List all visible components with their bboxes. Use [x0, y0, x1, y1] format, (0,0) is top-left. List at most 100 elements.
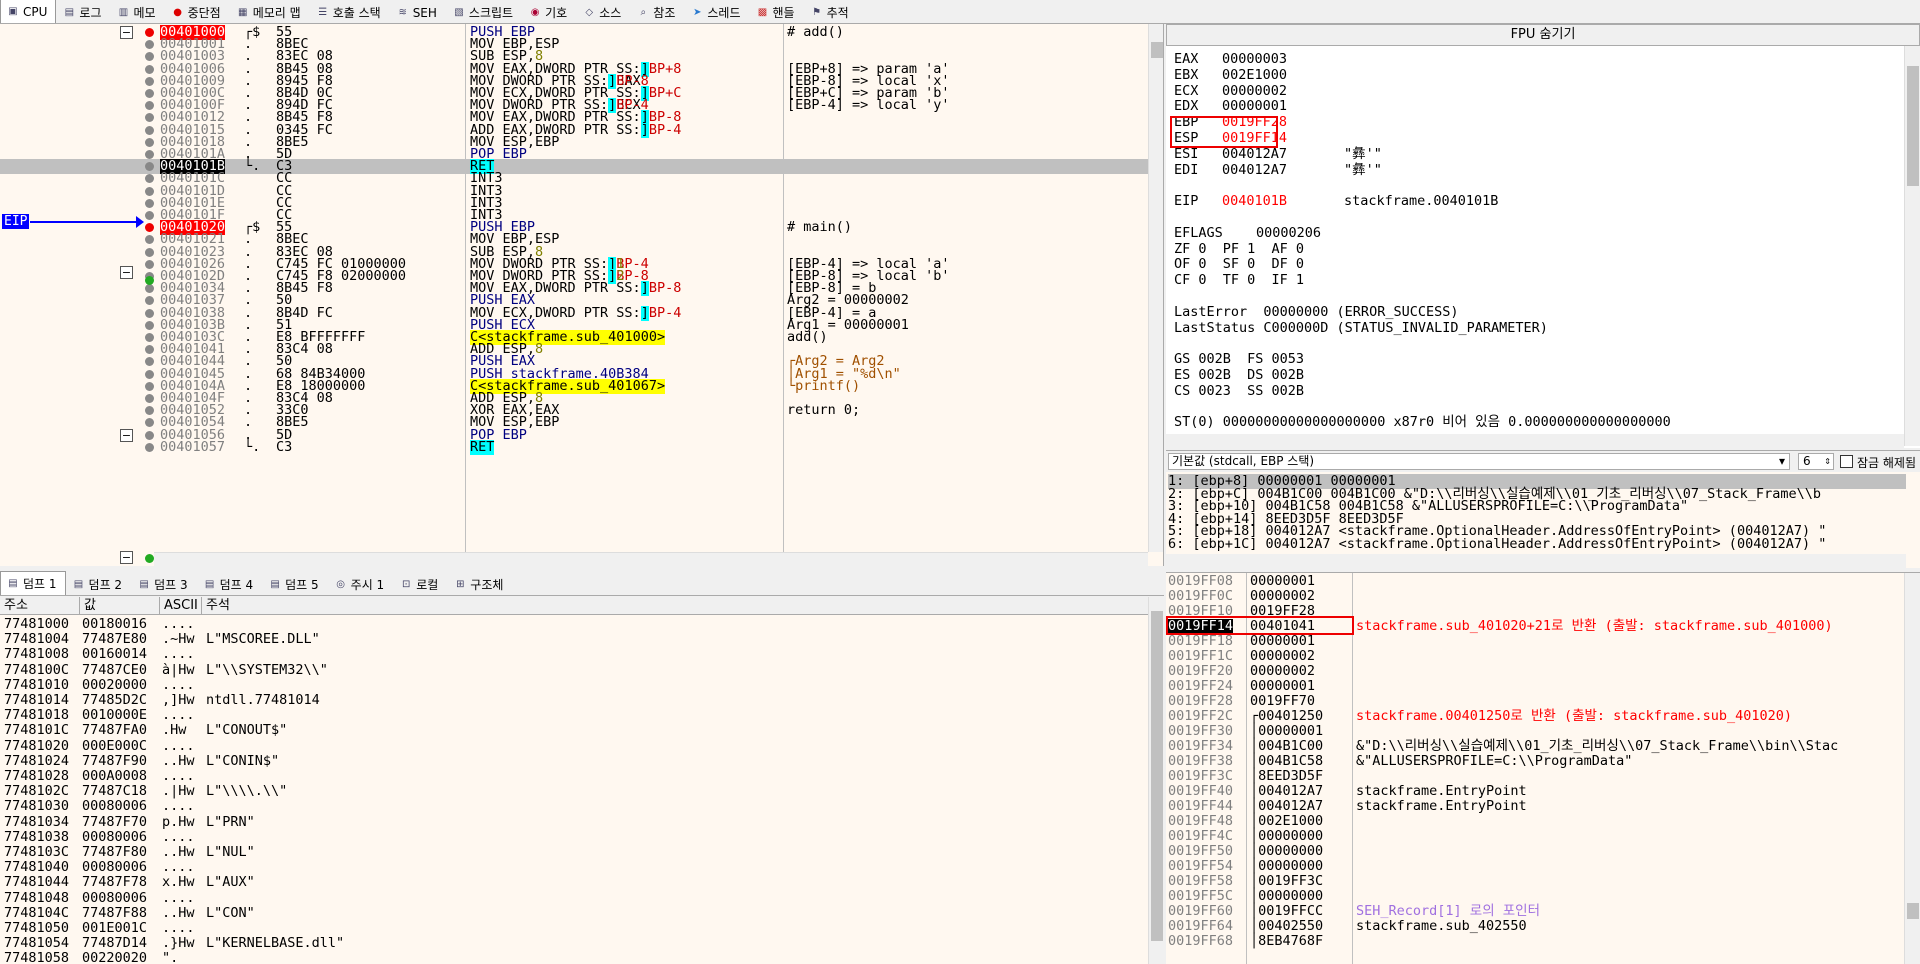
- stack-scrollbar[interactable]: [1904, 573, 1920, 964]
- breakpoint-dot[interactable]: [145, 276, 154, 285]
- dump-row[interactable]: 77481058 00220020 ".: [0, 951, 1148, 964]
- tab-threads[interactable]: ➤ 스레드: [684, 2, 749, 23]
- dump-row[interactable]: 7748103C 77487F80 ..Hw L"NUL": [0, 845, 1148, 860]
- tab-dump-2[interactable]: ▤ 덤프 3: [131, 574, 197, 595]
- breakpoint-dot[interactable]: [145, 308, 154, 318]
- tab-dump-5[interactable]: ◎ 주시 1: [328, 574, 394, 595]
- tab-trace[interactable]: ⚑ 추적: [804, 2, 858, 23]
- stack-row[interactable]: 0019FF20 00000002: [1166, 664, 1906, 679]
- disassembly-hscrollbar[interactable]: [154, 552, 1148, 566]
- breakpoint-dot[interactable]: [145, 64, 154, 74]
- register-eax[interactable]: EAX 00000003: [1174, 52, 1287, 67]
- stack-row[interactable]: 0019FF48 │002E1000: [1166, 814, 1906, 829]
- tab-dump-7[interactable]: ⊞ 구조체: [447, 574, 512, 595]
- dump-row[interactable]: 7748100C 77487CE0 à|Hw L"\\SYSTEM32\\": [0, 662, 1148, 678]
- breakpoint-dot[interactable]: [145, 394, 154, 403]
- breakpoint-dot[interactable]: [145, 259, 154, 269]
- stack-row[interactable]: 0019FF58 │0019FF3C: [1166, 874, 1906, 889]
- tab-dump-0[interactable]: ▤ 덤프 1: [0, 571, 66, 595]
- tab-source[interactable]: ◇ 소스: [576, 2, 630, 23]
- stack-pane[interactable]: 0019FF08 00000001 0019FF0C 00000002 0019FF10…: [1166, 572, 1920, 964]
- stack-row[interactable]: 0019FF30 │00000001: [1166, 724, 1906, 739]
- register-edi[interactable]: EDI 004012A7 "彝'": [1174, 162, 1382, 178]
- calling-convention-select[interactable]: 기본값 (stdcall, EBP 스택) ▾: [1168, 453, 1790, 470]
- breakpoint-dot[interactable]: [145, 442, 154, 452]
- disassembly-pane[interactable]: 00401000 ┌$ 55 PUSH EBP # add() 00401001. 8BEC…: [0, 24, 1164, 566]
- dump-row[interactable]: 77481018 0010000E....: [0, 708, 1148, 723]
- flags-row[interactable]: OF 0 SF 0 DF 0: [1174, 257, 1304, 272]
- flags-row[interactable]: ZF 0 PF 1 AF 0: [1174, 241, 1304, 257]
- breakpoint-dot[interactable]: [145, 150, 154, 159]
- stack-row[interactable]: 0019FF38 │004B1C58 &"ALLUSERSPROFILE=C:\\P…: [1166, 754, 1906, 769]
- last-error[interactable]: LastError 00000000 (ERROR_SUCCESS): [1174, 304, 1458, 320]
- fold-toggle[interactable]: −: [120, 429, 133, 442]
- last-status[interactable]: LastStatus C000000D (STATUS_INVALID_PARA…: [1174, 320, 1548, 336]
- stack-row[interactable]: 0019FF28 0019FF70: [1166, 694, 1906, 709]
- stack-row[interactable]: 0019FF5C │00000000: [1166, 889, 1906, 904]
- tab-handles[interactable]: ▩ 핸들: [750, 2, 804, 23]
- breakpoint-dot[interactable]: [145, 369, 154, 379]
- stack-row[interactable]: 0019FF1C 00000002: [1166, 649, 1906, 664]
- stack-row[interactable]: 0019FF24 00000001: [1166, 679, 1906, 694]
- breakpoint-dot[interactable]: [145, 247, 154, 257]
- register-ebx[interactable]: EBX 002E1000: [1174, 67, 1287, 83]
- dump-row[interactable]: 77481004 77487E80 .~Hw L"MSCOREE.DLL": [0, 632, 1148, 647]
- stack-row[interactable]: 0019FF18 00000001: [1166, 634, 1906, 649]
- stack-row[interactable]: 0019FF4C │00000000: [1166, 829, 1906, 844]
- breakpoint-dot[interactable]: [145, 381, 154, 391]
- breakpoint-dot[interactable]: [145, 333, 154, 342]
- dump-row[interactable]: 77481000 00180016....: [0, 617, 1148, 632]
- stack-row[interactable]: 0019FF40 │004012A7 stackframe.EntryPoint: [1166, 784, 1906, 799]
- dump-row[interactable]: 77481050 001E001C....: [0, 921, 1148, 936]
- register-ecx[interactable]: ECX 00000002: [1174, 83, 1287, 99]
- register-eip[interactable]: EIP 0040101B stackframe.0040101B: [1174, 194, 1498, 209]
- column-header-value[interactable]: 값: [80, 597, 160, 615]
- tab-seh[interactable]: ≋ SEH: [390, 2, 446, 23]
- stack-row[interactable]: 0019FF68 │8EB4768F: [1166, 934, 1906, 949]
- dump-row[interactable]: 77481020 000E000C....: [0, 738, 1148, 754]
- registers-pane[interactable]: FPU 숨기기 EAX 00000003 EBX 002E1000 ECX 0000000…: [1166, 24, 1920, 448]
- breakpoint-dot[interactable]: [145, 137, 154, 147]
- dump-row[interactable]: 7748101C 77487FA0 .Hw L"CONOUT$": [0, 723, 1148, 738]
- breakpoint-dot[interactable]: [145, 211, 154, 220]
- segment-row[interactable]: ES 002B DS 002B: [1174, 368, 1304, 383]
- dump-scrollbar[interactable]: [1148, 597, 1164, 964]
- stack-row[interactable]: 0019FF0C 00000002: [1166, 589, 1906, 604]
- dump-row[interactable]: 7748102C 77487C18 .|Hw L"\\\\.\\": [0, 784, 1148, 799]
- breakpoint-dot[interactable]: [145, 76, 154, 86]
- stack-row[interactable]: 0019FF3C │8EED3D5F: [1166, 769, 1906, 784]
- tab-log[interactable]: ▤ 로그: [56, 2, 110, 23]
- breakpoint-dot[interactable]: [145, 125, 154, 135]
- dump-row[interactable]: 7748104C 77487F88 ..Hw L"CON": [0, 905, 1148, 921]
- registers-scrollbar[interactable]: [1904, 46, 1920, 446]
- tab-call-stack[interactable]: ☰ 호출 스택: [310, 2, 390, 23]
- registers-hscrollbar[interactable]: [1166, 434, 1904, 448]
- hide-fpu-button[interactable]: FPU 숨기기: [1166, 24, 1920, 46]
- breakpoint-dot[interactable]: [145, 89, 154, 98]
- argument-row[interactable]: 6: [ebp+1C] 004012A7 <stackframe.Optiona…: [1168, 536, 1826, 552]
- disassembly-scrollbar[interactable]: [1148, 24, 1163, 552]
- column-header-address[interactable]: 주소: [0, 597, 80, 615]
- dump-row[interactable]: 77481024 77487F90 ..Hw L"CONIN$": [0, 753, 1148, 769]
- stack-row[interactable]: 0019FF44 │004012A7 stackframe.EntryPoint: [1166, 799, 1906, 814]
- dump-row[interactable]: 77481030 00080006....: [0, 799, 1148, 814]
- fold-toggle[interactable]: −: [120, 551, 133, 564]
- stack-row[interactable]: 0019FF54 │00000000: [1166, 859, 1906, 874]
- stack-row[interactable]: 0019FF64 │00402550 stackframe.sub_402550: [1166, 919, 1906, 934]
- fold-toggle[interactable]: −: [120, 266, 133, 279]
- argument-count-spinner[interactable]: 6 ⇕: [1798, 453, 1834, 470]
- column-header-comment[interactable]: 주석: [202, 597, 1148, 615]
- dump-row[interactable]: 77481028 000A0008....: [0, 769, 1148, 784]
- dump-row[interactable]: 77481054 77487D14 .}Hw L"KERNELBASE.dll": [0, 936, 1148, 951]
- fold-toggle[interactable]: −: [120, 26, 133, 39]
- column-header-ascii[interactable]: ASCII: [160, 597, 202, 615]
- dump-row[interactable]: 77481034 77487F70 p.Hw L"PRN": [0, 814, 1148, 830]
- arguments-hscrollbar[interactable]: [1166, 554, 1906, 568]
- register-edx[interactable]: EDX 00000001: [1174, 99, 1287, 114]
- stack-row[interactable]: 0019FF2C ┌00401250 stackframe.00401250로 반환…: [1166, 709, 1906, 724]
- tab-dump-3[interactable]: ▤ 덤프 4: [197, 574, 263, 595]
- breakpoint-dot[interactable]: [145, 320, 154, 330]
- dump-row[interactable]: 77481044 77487F78 x.Hw L"AUX": [0, 875, 1148, 890]
- tab-dump-6[interactable]: ⊡ 로컬: [393, 574, 447, 595]
- tab-dump-4[interactable]: ▤ 덤프 5: [262, 574, 328, 595]
